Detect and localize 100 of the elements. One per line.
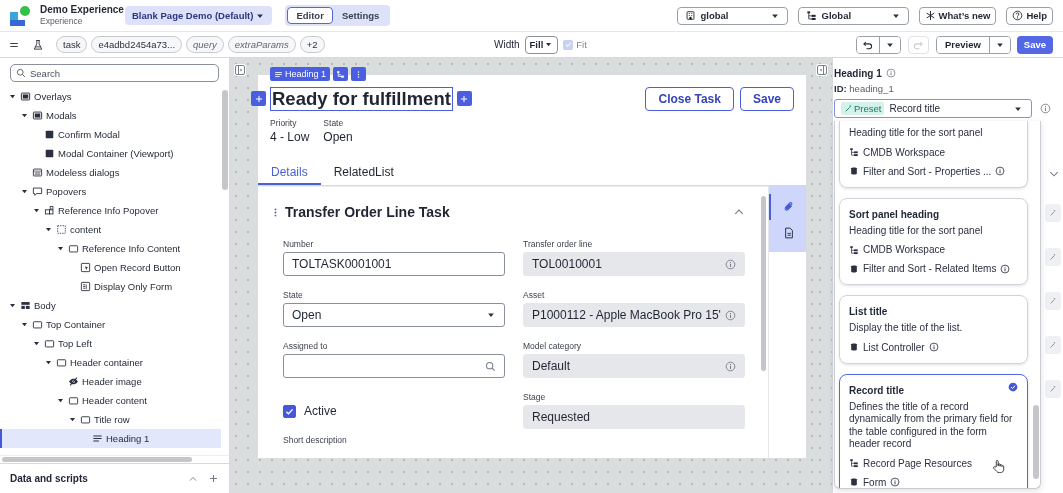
parameter-chip[interactable]: extraParams [227, 36, 296, 53]
hierarchy-icon [849, 147, 859, 157]
scrollbar[interactable] [0, 455, 229, 463]
info-icon [725, 258, 736, 270]
tree-item[interactable]: Modeless dialogs [0, 163, 221, 182]
rectangle-icon [80, 414, 91, 425]
parameter-chip[interactable]: task [56, 36, 88, 53]
add-icon[interactable] [208, 473, 219, 484]
add-button[interactable] [251, 91, 266, 106]
tree-item[interactable]: Title row [0, 410, 221, 429]
preset-option[interactable]: Sort panel heading Heading title for the sort panel CMDB Workspace Filter and Sort - Related Items [839, 197, 1028, 285]
building-icon [684, 10, 696, 21]
preset-option[interactable]: Heading title for the sort panel CMDB Workspace Filter and Sort - Properties ... [839, 121, 1028, 188]
tree-item[interactable]: content [0, 220, 221, 239]
tree-item[interactable]: Reference Info Content [0, 239, 221, 258]
component-label[interactable]: Heading 1 [270, 67, 331, 81]
tree-item[interactable]: Display Only Form [0, 277, 221, 296]
field-label: Model category [523, 340, 583, 353]
hierarchy-icon [849, 458, 859, 468]
app-logo [10, 5, 30, 26]
field-value: Open [323, 129, 353, 146]
tree-item[interactable]: Header image [0, 372, 221, 391]
parameter-chip[interactable]: +2 [299, 36, 325, 53]
field-label: State [323, 117, 345, 129]
framed-square-icon [32, 110, 43, 121]
dropdown-value: Record title [889, 103, 941, 114]
app-name: Demo Experience [40, 4, 125, 16]
lookup-field[interactable] [283, 354, 505, 378]
search-field[interactable]: Search [10, 64, 219, 82]
tree-item[interactable]: Reference Info Popover [0, 201, 221, 220]
info-icon [928, 342, 939, 352]
field-label: Stage [523, 391, 547, 404]
tree-item[interactable]: Popovers [0, 182, 221, 201]
database-icon [849, 166, 859, 176]
mode-tab[interactable]: Settings [332, 7, 389, 24]
preset-dropdown[interactable]: Preset Record title [834, 99, 1032, 118]
tree-item[interactable]: Confirm Modal [0, 125, 221, 144]
hierarchy-icon [849, 244, 859, 255]
plus-icon [253, 93, 264, 104]
parameter-chip[interactable]: e4adbd2454a73... [91, 36, 183, 53]
scope-dropdown[interactable]: Global [797, 6, 909, 25]
mode-tab[interactable]: Editor [287, 7, 333, 24]
rectangle-icon [44, 338, 55, 349]
expand-panel-icon[interactable] [816, 64, 828, 76]
caret-icon [8, 92, 17, 101]
tree-item[interactable]: Modals [0, 106, 221, 125]
close-task-button[interactable]: Close Task [645, 87, 734, 111]
preset-option[interactable]: Record title Defines the title of a record dynamically from the primary field for the table configured in the form header record Record Page Resources Form [839, 373, 1028, 488]
more-button[interactable] [351, 67, 367, 81]
wand-icon [1049, 341, 1057, 349]
info-icon [725, 309, 736, 321]
tree-item[interactable]: Header container [0, 353, 221, 372]
page-selector[interactable]: Blank Page Demo (Default) [125, 6, 273, 25]
tree-button[interactable] [333, 67, 349, 81]
tree-item[interactable]: Heading 1 [0, 429, 221, 448]
save-button[interactable]: Save [739, 87, 794, 111]
flask-icon[interactable] [32, 38, 44, 51]
dashed-square-icon [56, 224, 67, 235]
width-dropdown[interactable]: Fill [524, 35, 559, 54]
hand-cursor-icon [991, 458, 1005, 473]
option-title: Record title [849, 383, 904, 398]
option-description: Heading title for the sort panel [849, 126, 983, 140]
preview-menu-button[interactable] [988, 36, 1010, 53]
wand-icon [1049, 209, 1057, 217]
preset-option[interactable]: List title Display the title of the list. List Controller [839, 295, 1028, 364]
caret-icon [68, 415, 77, 424]
select-field[interactable]: Open [283, 303, 505, 327]
rectangle-icon [68, 243, 79, 254]
tree-item[interactable]: Overlays [0, 87, 221, 106]
read-only-field: Default [523, 354, 745, 378]
hierarchy-icon [805, 10, 817, 21]
whats-new-button[interactable]: What’s new [918, 6, 997, 25]
check-icon [563, 40, 573, 49]
tree-item[interactable]: Modal Container (Viewport) [0, 144, 221, 163]
tree-item[interactable]: Header content [0, 391, 221, 410]
scope-dropdown[interactable]: global [676, 6, 788, 25]
tree-item[interactable]: Top Container [0, 315, 221, 334]
add-button[interactable] [456, 91, 472, 106]
source-label: Filter and Sort - Properties ... [863, 165, 992, 177]
database-icon [849, 342, 859, 352]
text-field[interactable]: TOLTASK0001001 [283, 252, 505, 276]
field-label: State [283, 289, 304, 302]
caret-icon [8, 301, 17, 310]
active-checkbox[interactable]: Active [283, 404, 505, 418]
plus-icon [459, 93, 470, 104]
save-button[interactable]: Save [1016, 35, 1053, 54]
parameter-chip[interactable]: query [186, 36, 224, 53]
wand-icon [1049, 253, 1057, 261]
tab[interactable]: Details [258, 161, 321, 185]
framed-square-icon [20, 91, 31, 102]
tree-item[interactable]: Body [0, 296, 221, 315]
collapse-panel-icon[interactable] [234, 64, 246, 76]
tree-item[interactable]: Top Left [0, 334, 221, 353]
help-button[interactable]: Help [1006, 6, 1053, 25]
tab[interactable]: RelatedList [320, 161, 407, 185]
caret-icon [44, 358, 53, 367]
check-circle-icon [1008, 381, 1018, 392]
hierarchy-icon [336, 69, 346, 79]
rectangle-icon [68, 395, 79, 406]
tree-item[interactable]: Open Record Button [0, 258, 221, 277]
